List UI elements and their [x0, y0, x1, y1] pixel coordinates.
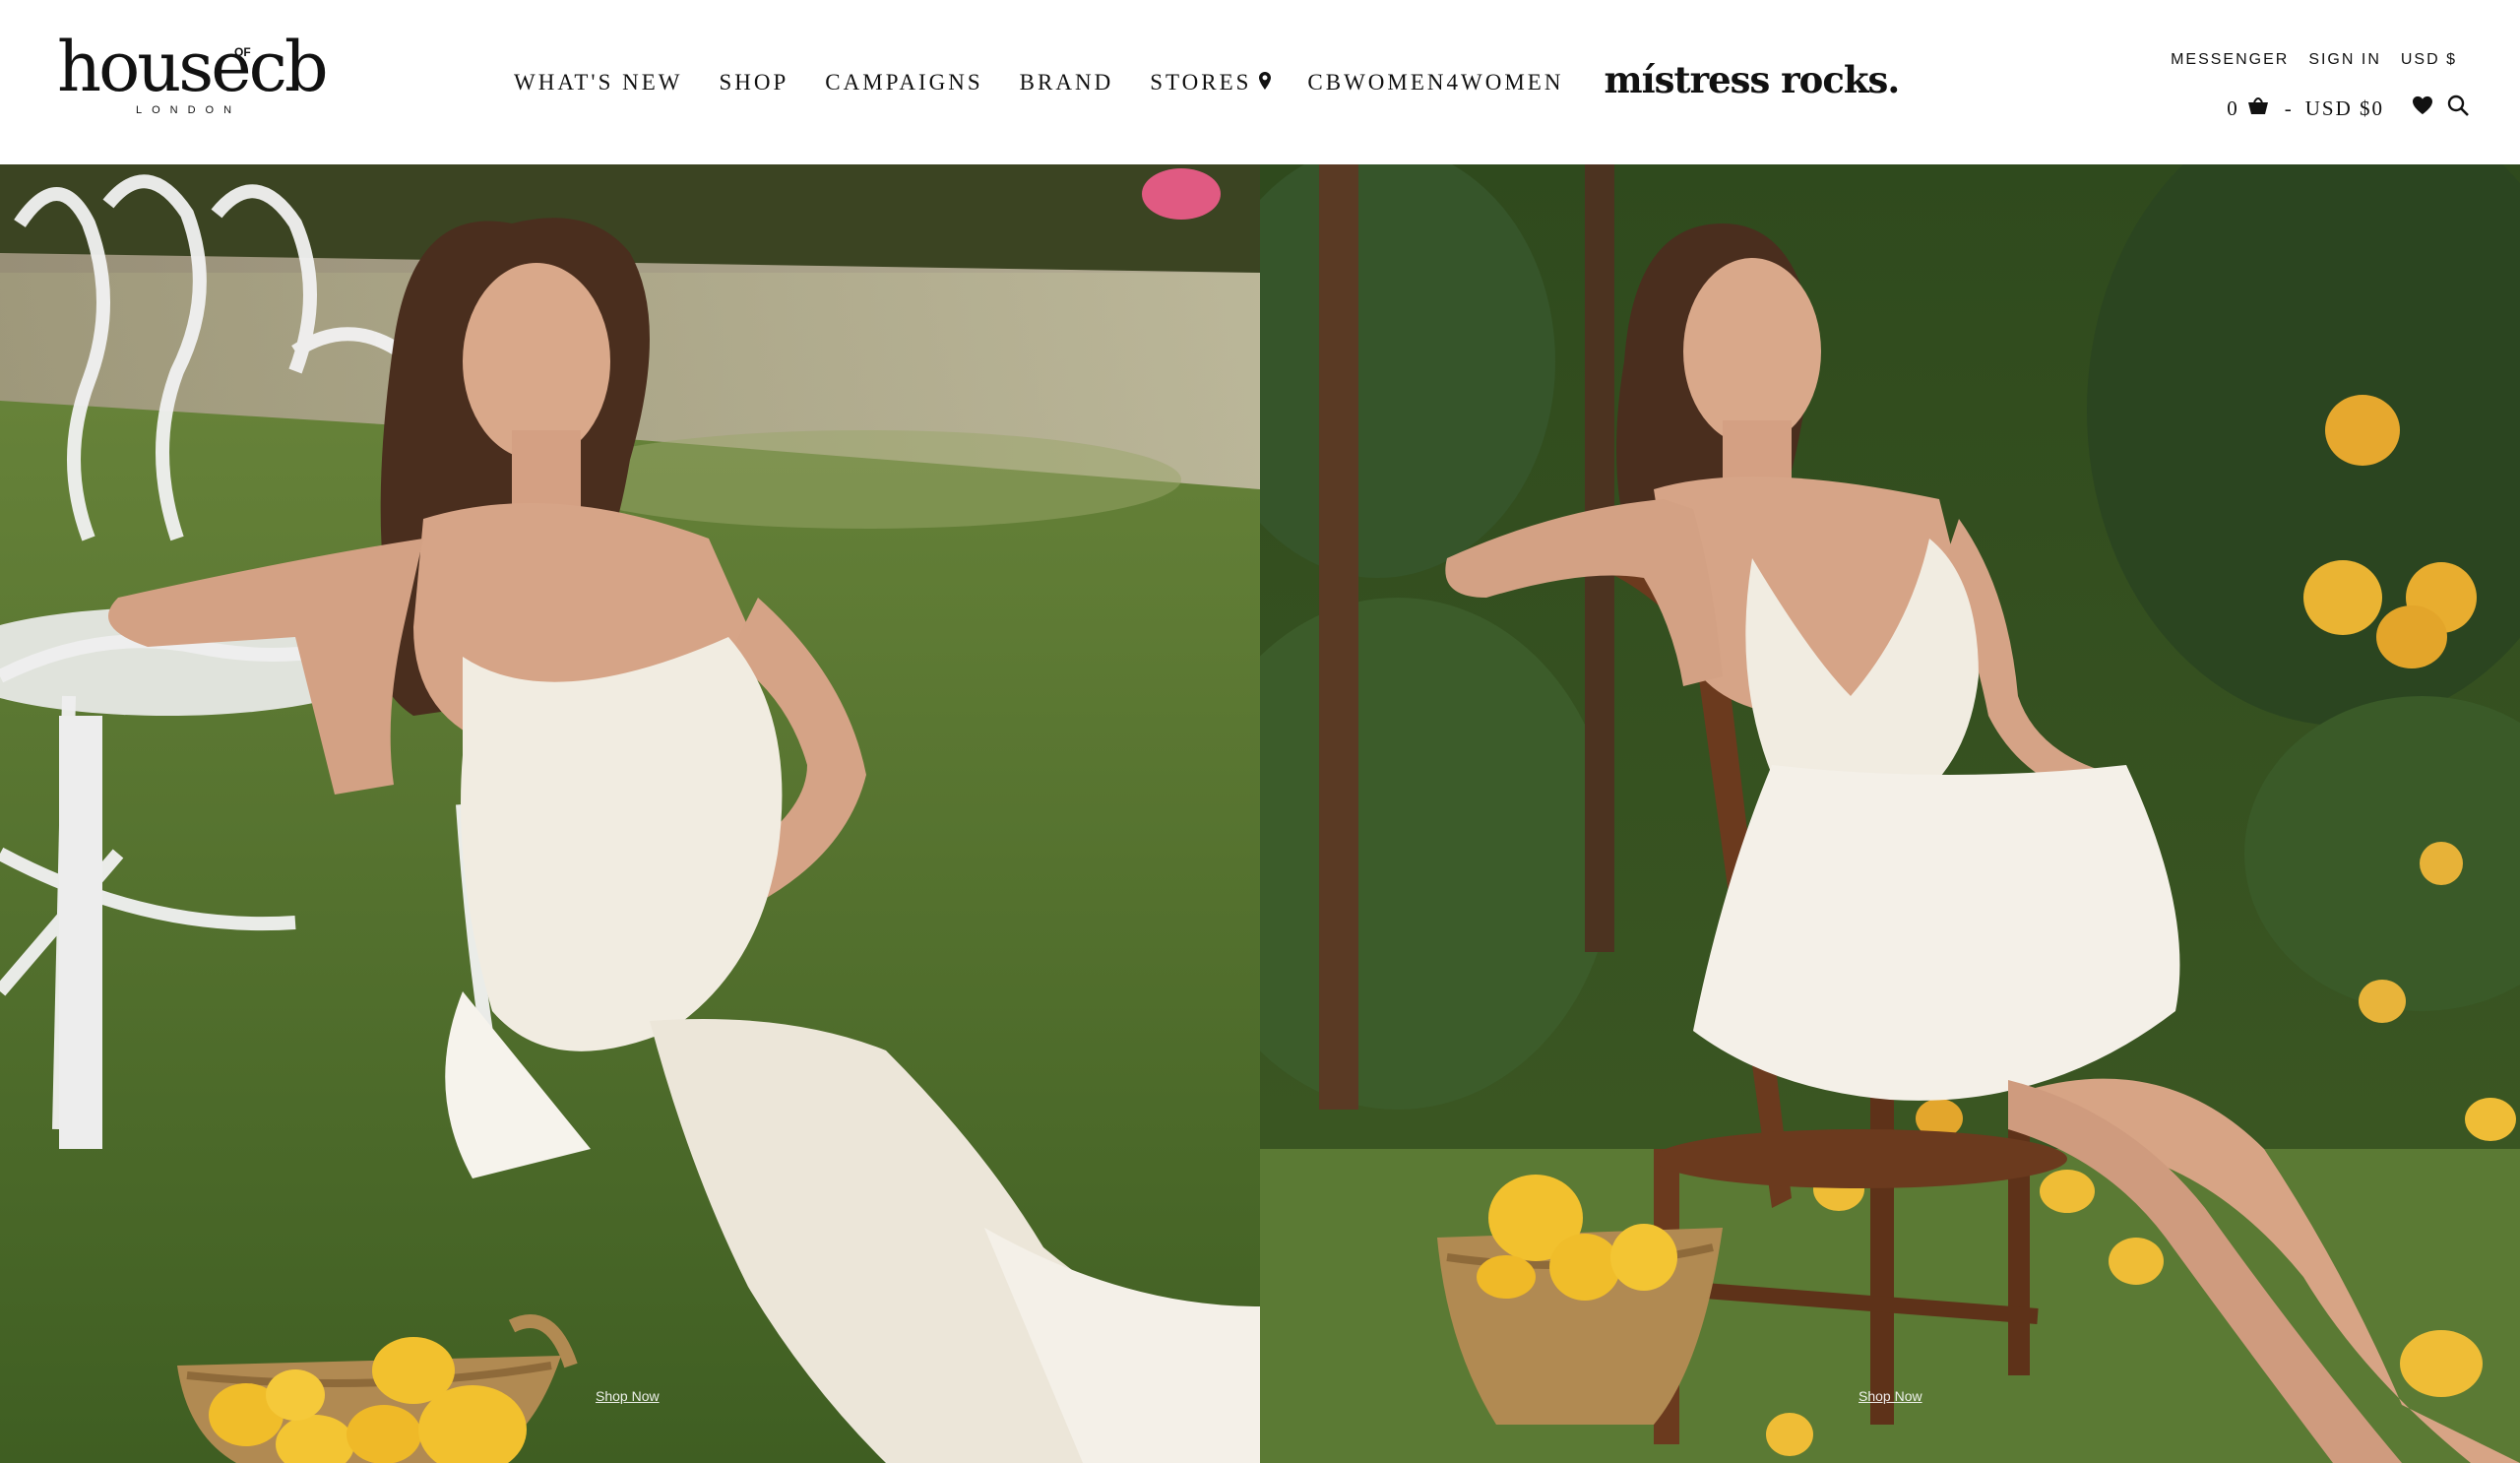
currency-selector[interactable]: USD $ — [2401, 51, 2457, 69]
cart-total[interactable]: USD $0 — [2305, 96, 2384, 121]
nav-whats-new[interactable]: WHAT'S NEW — [514, 70, 682, 95]
nav-stores-label: STORES — [1150, 70, 1252, 95]
hero-image-right — [1260, 164, 2520, 1463]
nav-campaigns[interactable]: CAMPAIGNS — [825, 70, 982, 95]
basket-icon[interactable] — [2247, 95, 2269, 121]
heart-icon[interactable] — [2412, 95, 2433, 121]
hero-image-left — [0, 164, 1260, 1463]
logo-location: LONDON — [136, 104, 242, 116]
nav-stores[interactable]: STORES — [1150, 70, 1272, 95]
main-nav: WHAT'S NEW SHOP CAMPAIGNS BRAND STORES C… — [514, 58, 1935, 102]
utility-links: MESSENGER SIGN IN USD $ — [2151, 51, 2457, 69]
nav-cbwomen4women[interactable]: CBWOMEN4WOMEN — [1307, 70, 1563, 95]
nav-shop[interactable]: SHOP — [719, 70, 788, 95]
brand-logo[interactable]: housecb OF LONDON — [57, 28, 343, 121]
logo-of: OF — [234, 45, 251, 59]
messenger-link[interactable]: MESSENGER — [2171, 51, 2289, 69]
hero-panel-left[interactable]: Shop Now — [0, 164, 1260, 1463]
nav-brand[interactable]: BRAND — [1020, 70, 1114, 95]
site-header: housecb OF LONDON WHAT'S NEW SHOP CAMPAI… — [0, 0, 2520, 164]
nav-mistress-rocks[interactable]: místress rocks. — [1604, 58, 1900, 101]
shop-now-link-right[interactable]: Shop Now — [1858, 1388, 1922, 1404]
sign-in-link[interactable]: SIGN IN — [2308, 51, 2381, 69]
hero-banner: Shop Now Shop Now — [0, 164, 2520, 1463]
map-pin-icon — [1259, 70, 1272, 95]
hero-panel-right[interactable]: Shop Now — [1260, 164, 2520, 1463]
search-icon[interactable] — [2447, 95, 2469, 122]
cart-separator: - — [2284, 95, 2294, 120]
cart-count[interactable]: 0 — [2227, 96, 2239, 121]
cart-bar: 0 - USD $0 — [2227, 91, 2469, 126]
shop-now-link-left[interactable]: Shop Now — [596, 1388, 660, 1404]
logo-wordmark: housecb — [57, 27, 329, 107]
